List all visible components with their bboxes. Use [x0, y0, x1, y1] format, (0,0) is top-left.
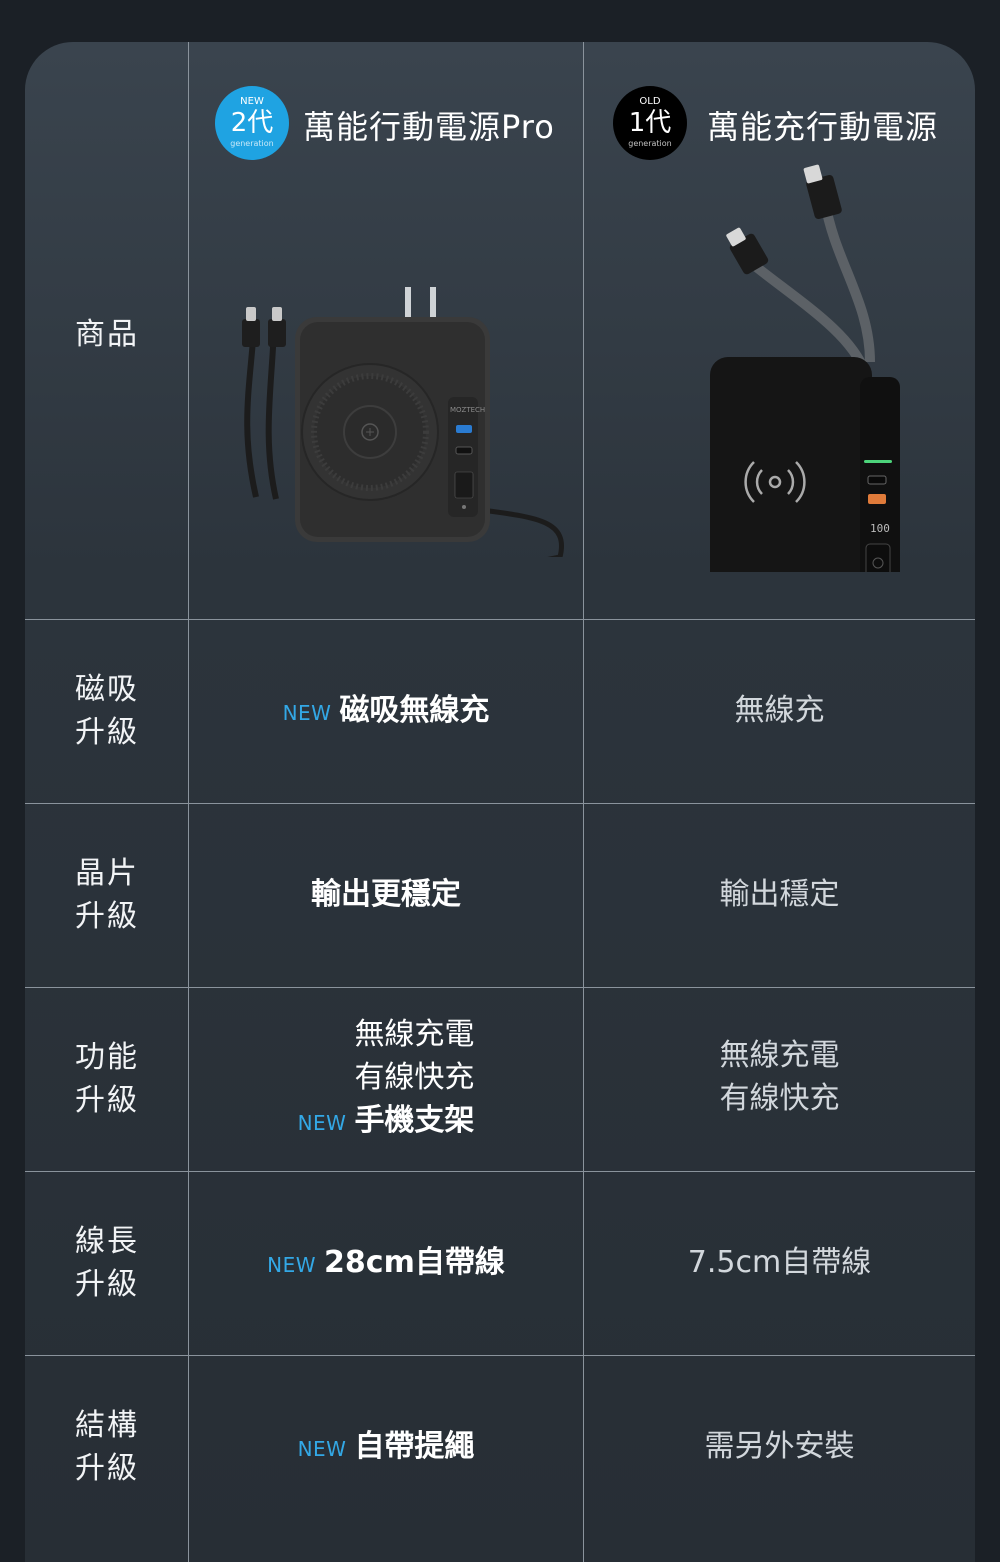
row-label-line: 線長	[75, 1224, 139, 1259]
row-divider	[25, 619, 975, 620]
row-label-line: 晶片	[75, 856, 139, 891]
new-tag: NEW	[297, 1437, 347, 1461]
badge-subtitle: generation	[230, 139, 274, 148]
row-divider	[25, 987, 975, 988]
old-product-title: 萬能充行動電源	[707, 108, 939, 146]
badge-subtitle: generation	[628, 139, 672, 148]
row-label-line: 升級	[75, 899, 139, 934]
row-divider	[25, 803, 975, 804]
new-generation-badge: NEW 2代 generation	[215, 86, 289, 160]
row-label-chip: 晶片 升級	[25, 852, 189, 938]
row-label-structure: 結構 升級	[25, 1404, 189, 1490]
new-function-line: 無線充電	[354, 1017, 475, 1052]
row-label-line: 升級	[75, 715, 139, 750]
new-function-cell: 無線充電 有線快充 NEW 手機支架	[189, 1013, 583, 1145]
row-label-line: 升級	[75, 1083, 139, 1118]
new-power-bank-image: MOZTECH	[242, 287, 564, 557]
old-function-line: 無線充電	[719, 1038, 840, 1073]
old-cable-value: 7.5cm自帶線	[687, 1245, 872, 1280]
row-label-line: 結構	[75, 1408, 139, 1443]
new-cable-value: 28cm自帶線	[324, 1245, 505, 1280]
row-label-line: 功能	[75, 1040, 139, 1075]
row-label-cable: 線長 升級	[25, 1220, 189, 1306]
row-label-line: 磁吸	[75, 672, 139, 707]
old-power-bank-image: 100	[710, 164, 900, 572]
old-function-line: 有線快充	[719, 1081, 840, 1116]
old-structure-value: 需另外安裝	[704, 1429, 855, 1464]
new-magnetic-cell: NEW 磁吸無線充	[189, 689, 583, 735]
old-magnetic-value: 無線充	[734, 693, 825, 728]
new-magnetic-value: 磁吸無線充	[339, 693, 490, 728]
badge-tag: NEW	[240, 96, 264, 107]
old-generation-badge: OLD 1代 generation	[613, 86, 687, 160]
new-cable-cell: NEW 28cm自帶線	[189, 1241, 583, 1287]
new-product-title: 萬能行動電源Pro	[303, 108, 555, 146]
brand-logo: MOZTECH	[450, 406, 485, 414]
new-function-line: 有線快充	[354, 1060, 475, 1095]
new-structure-cell: NEW 自帶提繩	[189, 1425, 583, 1471]
row-label-function: 功能 升級	[25, 1036, 189, 1122]
new-tag: NEW	[267, 1253, 317, 1277]
column-divider	[583, 42, 584, 1562]
new-chip-value: 輸出更穩定	[311, 877, 461, 912]
old-chip-value: 輸出穩定	[719, 877, 840, 912]
column-divider	[188, 42, 189, 1562]
row-divider	[25, 1355, 975, 1356]
new-function-line: 手機支架	[354, 1103, 475, 1138]
new-tag: NEW	[297, 1111, 347, 1135]
badge-generation: 1代	[628, 108, 672, 138]
old-function-cell: 無線充電 有線快充	[584, 1034, 975, 1120]
new-tag: NEW	[282, 701, 332, 725]
row-label-line: 升級	[75, 1267, 139, 1302]
row-label-magnetic: 磁吸 升級	[25, 668, 189, 754]
badge-tag: OLD	[639, 96, 661, 107]
comparison-table: NEW 2代 generation 萬能行動電源Pro OLD 1代 gener…	[25, 42, 975, 1562]
badge-generation: 2代	[230, 108, 274, 138]
row-label-line: 升級	[75, 1451, 139, 1486]
row-label-product: 商品	[75, 317, 139, 352]
new-structure-value: 自帶提繩	[354, 1429, 475, 1464]
row-divider	[25, 1171, 975, 1172]
battery-display: 100	[870, 522, 890, 535]
